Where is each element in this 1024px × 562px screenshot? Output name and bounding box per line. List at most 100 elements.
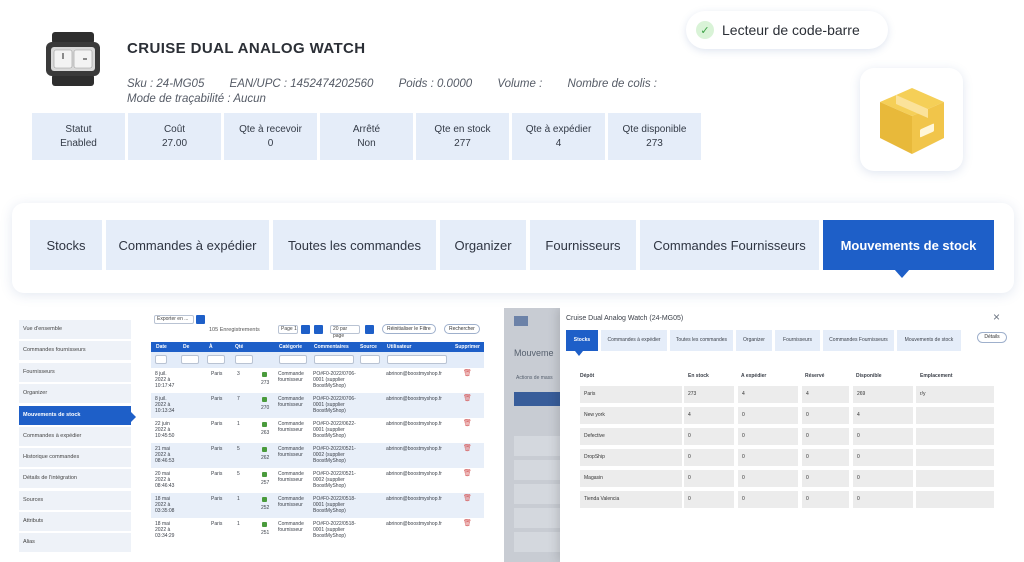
delete-icon[interactable]: 🗑	[463, 370, 472, 377]
sidebar-item[interactable]: Commandes fournisseurs	[19, 341, 131, 360]
per-page-dropdown-button[interactable]	[365, 325, 374, 334]
grid-header: Date De À Qté Catégorie Commentaires Sou…	[151, 342, 484, 352]
sidebar-item[interactable]: Historique commandes	[19, 448, 131, 467]
record-count: 105 Enregistrements	[209, 327, 260, 333]
row-comment: PO#F0-2022/0521-0002 (supplier BoostMySh…	[313, 446, 356, 464]
stat-cost: Coût 27.00	[128, 113, 221, 160]
cell-reserved: 0	[802, 449, 849, 466]
cell-to-ship: 0	[738, 449, 798, 466]
delete-icon[interactable]: 🗑	[463, 420, 472, 427]
close-icon[interactable]: ×	[993, 310, 1000, 324]
row-category: Commande fournisseur	[278, 471, 304, 483]
cell-reserved: 0	[802, 491, 849, 508]
filter-to[interactable]	[207, 355, 225, 364]
col-category[interactable]: Catégorie	[279, 342, 302, 352]
delete-icon[interactable]: 🗑	[463, 445, 472, 452]
cell-available: 0	[853, 470, 913, 487]
col-from[interactable]: De	[183, 342, 189, 352]
sidebar-item[interactable]: Fournisseurs	[19, 363, 131, 382]
tab-stock-movements[interactable]: Mouvements de stock	[823, 220, 994, 270]
cell-warehouse: Paris	[580, 386, 682, 403]
check-icon: ✓	[696, 21, 714, 39]
sidebar-item[interactable]: Détails de l'intégration	[19, 469, 131, 488]
page-input[interactable]: Page 1	[278, 325, 298, 334]
cell-to-ship: 4	[738, 386, 798, 403]
tab-orders-to-ship[interactable]: Commandes à expédier	[106, 220, 269, 270]
filter-source[interactable]	[360, 355, 380, 364]
tab-supplier-orders[interactable]: Commandes Fournisseurs	[640, 220, 819, 270]
filter-qty[interactable]	[235, 355, 253, 364]
row-qty: 5	[237, 446, 240, 452]
modal-tab-suppliers[interactable]: Fournisseurs	[775, 330, 820, 351]
col-qty[interactable]: Qté	[235, 342, 243, 352]
filter-user[interactable]	[387, 355, 447, 364]
col-user[interactable]: Utilisateur	[387, 342, 411, 352]
tab-organizer[interactable]: Organizer	[440, 220, 526, 270]
delete-icon[interactable]: 🗑	[463, 495, 472, 502]
filter-category[interactable]	[279, 355, 307, 364]
row-stock-level: 262	[261, 455, 270, 461]
modal-tab-stocks[interactable]: Stocks	[566, 330, 598, 351]
modal-tab-organizer[interactable]: Organizer	[736, 330, 772, 351]
delete-icon[interactable]: 🗑	[463, 470, 472, 477]
cell-location	[916, 470, 994, 487]
row-comment: PO#F0-2022/0521-0002 (supplier BoostMySh…	[313, 471, 356, 489]
cell-reserved: 0	[802, 428, 849, 445]
sidebar-item[interactable]: Sources	[19, 491, 131, 510]
row-comment: PO#F0-2022/0622-0001 (supplier BoostMySh…	[313, 421, 356, 439]
cell-in-stock: 273	[684, 386, 734, 403]
table-row[interactable]: 8 juil. 2022 à 10:13:34 Paris 7 270 Commande…	[151, 393, 484, 418]
stock-icon	[262, 397, 267, 402]
modal-tab-stock-movements[interactable]: Mouvements de stock	[897, 330, 961, 351]
modal-tab-all-orders[interactable]: Toutes les commandes	[670, 330, 733, 351]
stat-discontinued: Arrêté Non	[320, 113, 413, 160]
delete-icon[interactable]: 🗑	[463, 395, 472, 402]
delete-icon[interactable]: 🗑	[463, 520, 472, 527]
sidebar-item[interactable]: Vue d'ensemble	[19, 320, 131, 339]
export-dropdown-button[interactable]	[196, 315, 205, 324]
table-row[interactable]: 8 juil. 2022 à 10:17:47 Paris 3 273 Commande…	[151, 368, 484, 393]
col-delete[interactable]: Supprimer	[455, 342, 480, 352]
tab-stocks[interactable]: Stocks	[30, 220, 102, 270]
details-button[interactable]: Détails	[977, 332, 1007, 343]
tab-suppliers[interactable]: Fournisseurs	[530, 220, 636, 270]
cell-location	[916, 407, 994, 424]
sidebar-item[interactable]: Alias	[19, 533, 131, 552]
col-to[interactable]: À	[209, 342, 213, 352]
bg-mass-actions: Actions de mass	[516, 375, 553, 381]
filter-date[interactable]	[155, 355, 167, 364]
col-date[interactable]: Date	[156, 342, 167, 352]
export-select[interactable]: Exporter en ...	[154, 315, 194, 324]
table-row[interactable]: 21 mai 2022 à 08:46:53 Paris 5 262 Commande …	[151, 443, 484, 468]
sidebar-item[interactable]: Attributs	[19, 512, 131, 531]
sidebar-item-active[interactable]: Mouvements de stock	[19, 406, 131, 425]
table-row[interactable]: 22 juin 2022 à 10:45:50 Paris 1 263 Commande…	[151, 418, 484, 443]
modal-tab-supplier-orders[interactable]: Commandes Fournisseurs	[823, 330, 894, 351]
prev-page-button[interactable]	[301, 325, 310, 334]
row-category: Commande fournisseur	[278, 496, 304, 508]
row-date: 18 mai 2022 à 03:35:08	[155, 496, 175, 514]
modal-tab-orders-to-ship[interactable]: Commandes à expédier	[601, 330, 667, 351]
col-source[interactable]: Source	[360, 342, 377, 352]
logo	[514, 316, 528, 326]
filter-from[interactable]	[181, 355, 199, 364]
col-to-ship: A expédier	[741, 373, 767, 379]
search-button[interactable]: Rechercher	[444, 324, 480, 334]
reset-filter-button[interactable]: Réinitialiser le Filtre	[382, 324, 436, 334]
table-row[interactable]: 18 mai 2022 à 03:35:08 Paris 1 252 Commande …	[151, 493, 484, 518]
table-row[interactable]: 18 mai 2022 à 03:34:29 Paris 1 251 Commande …	[151, 518, 484, 543]
barcode-reader-button[interactable]: ✓ Lecteur de code-barre	[686, 11, 888, 49]
row-category: Commande fournisseur	[278, 521, 304, 533]
row-user: abrinon@boostmyshop.fr	[386, 396, 442, 402]
cell-location	[916, 428, 994, 445]
filter-comments[interactable]	[314, 355, 354, 364]
table-row[interactable]: 20 mai 2022 à 08:46:43 Paris 5 257 Commande …	[151, 468, 484, 493]
sidebar-item[interactable]: Commandes à expédier	[19, 427, 131, 446]
sidebar-item[interactable]: Organizer	[19, 384, 131, 403]
per-page-select[interactable]: 20 par page	[330, 325, 360, 339]
next-page-button[interactable]	[314, 325, 323, 334]
row-stock-level: 257	[261, 480, 270, 486]
cell-location: r/y	[916, 386, 994, 403]
col-comments[interactable]: Commentaires	[314, 342, 349, 352]
tab-all-orders[interactable]: Toutes les commandes	[273, 220, 436, 270]
